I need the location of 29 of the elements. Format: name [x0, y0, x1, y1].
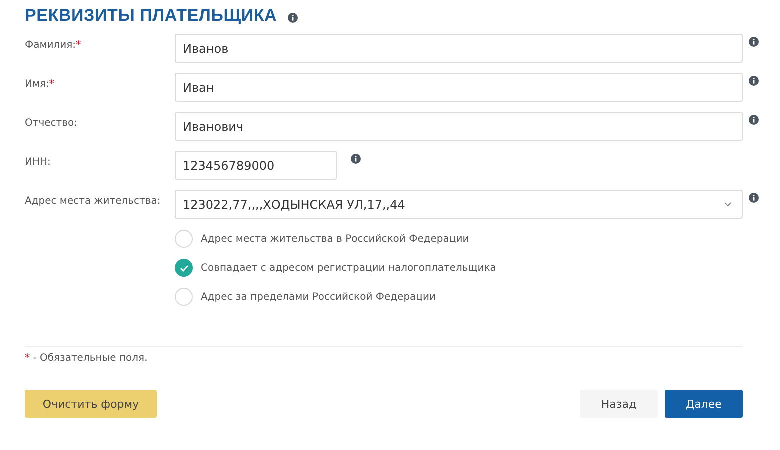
- radio-label: Адрес места жительства в Российской Федерации: [201, 234, 470, 244]
- input-field[interactable]: 123456789000: [175, 151, 337, 180]
- field-label: ИНН:: [25, 156, 52, 168]
- radio-label: Совпадает с адресом регистрации налогоплательщика: [201, 262, 496, 274]
- info-icon[interactable]: [749, 193, 759, 203]
- required-note: * - Обязательные поля.: [25, 353, 149, 364]
- back-button[interactable]: Назад: [580, 390, 658, 418]
- radio-label: Адрес за пределами Российской Федерации: [201, 292, 436, 302]
- radio-button[interactable]: [175, 288, 193, 306]
- check-icon: [180, 264, 188, 272]
- radio-button[interactable]: [175, 259, 193, 277]
- field-label: Фамилия:*: [25, 39, 82, 51]
- address-select[interactable]: 123022,77,,,,ХОДЫНСКАЯ УЛ,17,,44: [175, 190, 743, 219]
- input-field[interactable]: Иван: [175, 73, 743, 102]
- info-icon[interactable]: [749, 115, 759, 125]
- field-label: Адрес места жительства:: [25, 195, 162, 207]
- chevron-down-icon: [724, 202, 732, 207]
- next-button[interactable]: Далее: [665, 390, 743, 418]
- section-title: РЕКВИЗИТЫ ПЛАТЕЛЬЩИКА: [25, 6, 278, 26]
- radio-button[interactable]: [175, 230, 193, 248]
- input-field[interactable]: Иванов: [175, 34, 743, 63]
- input-field[interactable]: Иванович: [175, 112, 743, 141]
- info-icon[interactable]: [351, 154, 361, 164]
- info-icon[interactable]: [288, 12, 298, 22]
- field-label: Отчество:: [25, 117, 78, 129]
- clear-form-button[interactable]: Очистить форму: [25, 390, 157, 418]
- info-icon[interactable]: [749, 76, 759, 86]
- info-icon[interactable]: [749, 37, 759, 47]
- field-label: Имя:*: [25, 78, 56, 90]
